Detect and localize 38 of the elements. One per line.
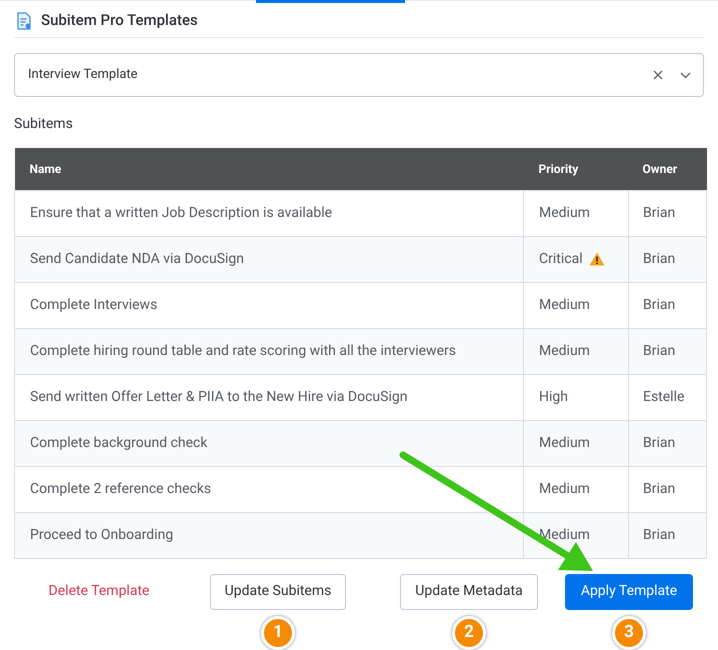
panel-title: Subitem Pro Templates — [41, 10, 198, 32]
select-value: Interview Template — [28, 66, 139, 84]
priority-text: Medium — [539, 204, 590, 222]
table-cell: Brian — [628, 190, 706, 236]
table-cell: Complete Interviews — [14, 282, 524, 328]
action-button[interactable]: Update Metadata — [400, 574, 538, 610]
table-cell: Complete hiring round table and rate scoring with all the interviewers — [14, 328, 524, 374]
table-cell: Ensure that a written Job Description is available — [14, 190, 524, 236]
priority-text: High — [539, 388, 568, 406]
section-label: Subitems — [14, 116, 73, 132]
table-cell: Brian — [628, 466, 706, 512]
table-cell: Brian — [628, 512, 706, 558]
table-cell: Complete background check — [14, 420, 524, 466]
table-cell: Send written Offer Letter & PIIA to the New Hire via DocuSign — [14, 374, 524, 420]
chevron-down-icon[interactable] — [680, 72, 691, 78]
priority-text: Medium — [539, 342, 590, 360]
column-header: Name — [14, 148, 524, 190]
priority-text: Critical — [539, 250, 583, 268]
priority-text: Medium — [539, 526, 590, 544]
column-header: Owner — [628, 148, 706, 190]
delete-link[interactable]: Delete Template — [48, 573, 150, 610]
document-icon — [16, 12, 32, 30]
table-cell: Brian — [628, 420, 706, 466]
table-cell: Brian — [628, 236, 706, 282]
table-cell: Send Candidate NDA via DocuSign — [14, 236, 524, 282]
priority-text: Medium — [539, 296, 590, 314]
table-cell: Proceed to Onboarding — [14, 512, 524, 558]
apply-button[interactable]: Apply Template — [565, 574, 693, 610]
clear-icon[interactable] — [653, 70, 663, 80]
table-cell: Complete 2 reference checks — [14, 466, 524, 512]
table-cell: Brian — [628, 282, 706, 328]
table-cell: Estelle — [628, 374, 706, 420]
table-cell: Brian — [628, 328, 706, 374]
priority-text: Medium — [539, 434, 590, 452]
action-button[interactable]: Update Subitems — [210, 574, 346, 610]
template-select[interactable]: Interview Template — [14, 53, 704, 97]
priority-text: Medium — [539, 480, 590, 498]
column-header: Priority — [524, 148, 628, 190]
